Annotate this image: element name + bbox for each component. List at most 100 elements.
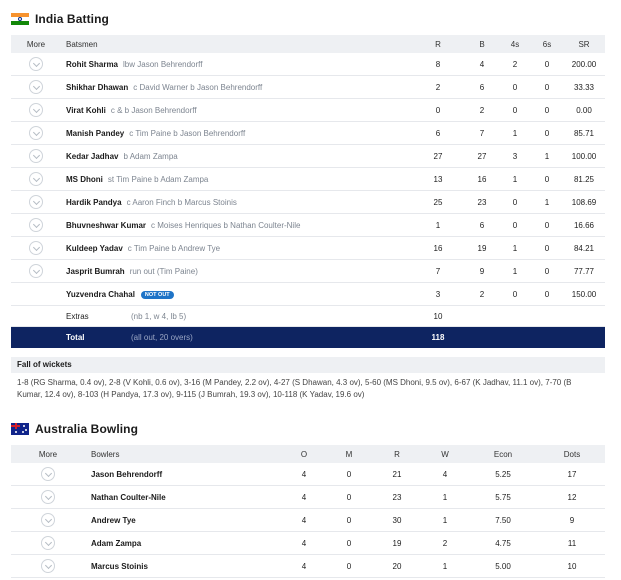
chevron-down-icon[interactable]: [41, 536, 55, 550]
chevron-down-icon[interactable]: [41, 513, 55, 527]
col-r: R: [394, 449, 400, 459]
extras-value: 10: [433, 311, 443, 321]
chevron-down-icon[interactable]: [41, 490, 55, 504]
fours-cell: 0: [512, 82, 518, 92]
sixes-cell: 0: [544, 243, 550, 253]
batsman-name[interactable]: Kuldeep Yadav: [66, 244, 123, 253]
dismissal-text: c Moises Henriques b Nathan Coulter-Nile: [151, 220, 301, 230]
batsman-name[interactable]: Jasprit Bumrah: [66, 267, 125, 276]
chevron-down-icon[interactable]: [29, 57, 43, 71]
bowling-table: More Bowlers O M R W Econ Dots Jason Beh…: [11, 445, 605, 578]
batting-row: Kedar Jadhav b Adam Zampa 27 27 3 1 100.00: [11, 145, 605, 168]
balls-cell: 9: [479, 266, 485, 276]
batting-row-notout: Yuzvendra Chahal NOT OUT 3 2 0 0 150.00: [11, 283, 605, 306]
dismissal-text: c & b Jason Behrendorff: [110, 105, 197, 115]
fours-cell: 1: [512, 174, 518, 184]
sixes-cell: 1: [544, 151, 550, 161]
chevron-down-icon[interactable]: [29, 149, 43, 163]
overs-cell: 4: [301, 538, 307, 548]
batsman-name[interactable]: Manish Pandey: [66, 129, 124, 138]
total-label: Total: [66, 333, 85, 342]
batsman-name[interactable]: Rohit Sharma: [66, 60, 118, 69]
chevron-down-icon[interactable]: [29, 126, 43, 140]
maidens-cell: 0: [346, 492, 352, 502]
sr-cell: 100.00: [571, 151, 597, 161]
bowling-row: Andrew Tye 4 0 30 1 7.50 9: [11, 509, 605, 532]
bowler-name[interactable]: Nathan Coulter-Nile: [91, 493, 166, 502]
sr-cell: 85.71: [573, 128, 595, 138]
total-detail: (all out, 20 overs): [131, 333, 193, 342]
batsman-name[interactable]: Hardik Pandya: [66, 198, 122, 207]
fours-cell: 3: [512, 151, 518, 161]
bowling-row: Jason Behrendorff 4 0 21 4 5.25 17: [11, 463, 605, 486]
balls-cell: 7: [479, 128, 485, 138]
maidens-cell: 0: [346, 538, 352, 548]
batting-row: Shikhar Dhawan c David Warner b Jason Beh…: [11, 76, 605, 99]
india-flag-icon: [11, 13, 29, 25]
runs-cell: 25: [433, 197, 443, 207]
sixes-cell: 1: [544, 197, 550, 207]
batsman-name[interactable]: Yuzvendra Chahal: [66, 290, 135, 299]
col-sr: SR: [578, 39, 590, 49]
balls-cell: 19: [477, 243, 487, 253]
batsman-name[interactable]: Kedar Jadhav: [66, 152, 118, 161]
extras-label: Extras: [66, 311, 89, 321]
sr-cell: 150.00: [571, 289, 597, 299]
bowling-row: Adam Zampa 4 0 19 2 4.75 11: [11, 532, 605, 555]
wickets-cell: 4: [442, 469, 448, 479]
runs-cell: 23: [392, 492, 402, 502]
not-out-badge: NOT OUT: [140, 290, 174, 299]
overs-cell: 4: [301, 492, 307, 502]
sixes-cell: 0: [544, 82, 550, 92]
sr-cell: 16.66: [573, 220, 595, 230]
fall-of-wickets-text: 1-8 (RG Sharma, 0.4 ov), 2-8 (V Kohli, 0…: [17, 378, 572, 399]
chevron-down-icon[interactable]: [29, 172, 43, 186]
batsman-name[interactable]: Shikhar Dhawan: [66, 83, 128, 92]
col-r: R: [435, 39, 441, 49]
batting-row: Jasprit Bumrah run out (Tim Paine) 7 9 1 0 77.…: [11, 260, 605, 283]
col-more: More: [38, 449, 58, 459]
dismissal-text: c David Warner b Jason Behrendorff: [133, 82, 263, 92]
balls-cell: 4: [479, 59, 485, 69]
col-o: O: [300, 449, 308, 459]
sr-cell: 77.77: [573, 266, 595, 276]
total-row: Total (all out, 20 overs) 118: [11, 327, 605, 348]
chevron-down-icon[interactable]: [29, 195, 43, 209]
wickets-cell: 1: [442, 561, 448, 571]
col-6s: 6s: [542, 39, 552, 49]
dots-cell: 17: [567, 469, 577, 479]
fours-cell: 0: [512, 105, 518, 115]
fours-cell: 1: [512, 128, 518, 138]
sr-cell: 108.69: [571, 197, 597, 207]
batsman-name[interactable]: MS Dhoni: [66, 175, 103, 184]
dots-cell: 9: [569, 515, 575, 525]
bowler-name[interactable]: Andrew Tye: [91, 516, 136, 525]
extras-row: Extras (nb 1, w 4, lb 5) 10: [11, 306, 605, 327]
fours-cell: 2: [512, 59, 518, 69]
bowler-name[interactable]: Marcus Stoinis: [91, 562, 148, 571]
economy-cell: 7.50: [495, 515, 511, 525]
maidens-cell: 0: [346, 561, 352, 571]
batsman-name[interactable]: Bhuvneshwar Kumar: [66, 221, 146, 230]
runs-cell: 20: [392, 561, 402, 571]
runs-cell: 3: [435, 289, 441, 299]
sr-cell: 84.21: [573, 243, 595, 253]
col-w: W: [441, 449, 449, 459]
bowler-name[interactable]: Adam Zampa: [91, 539, 141, 548]
bowler-name[interactable]: Jason Behrendorff: [91, 470, 162, 479]
runs-cell: 0: [435, 105, 441, 115]
chevron-down-icon[interactable]: [29, 264, 43, 278]
chevron-down-icon[interactable]: [29, 218, 43, 232]
chevron-down-icon[interactable]: [41, 559, 55, 573]
overs-cell: 4: [301, 515, 307, 525]
chevron-down-icon[interactable]: [41, 467, 55, 481]
batsman-name[interactable]: Virat Kohli: [66, 106, 106, 115]
runs-cell: 7: [435, 266, 441, 276]
batting-table-header: More Batsmen R B 4s 6s SR: [11, 35, 605, 53]
batting-row: MS Dhoni st Tim Paine b Adam Zampa 13 16 1 0 8…: [11, 168, 605, 191]
dismissal-text: c Tim Paine b Jason Behrendorff: [129, 128, 246, 138]
dots-cell: 11: [567, 538, 577, 548]
chevron-down-icon[interactable]: [29, 241, 43, 255]
chevron-down-icon[interactable]: [29, 103, 43, 117]
chevron-down-icon[interactable]: [29, 80, 43, 94]
